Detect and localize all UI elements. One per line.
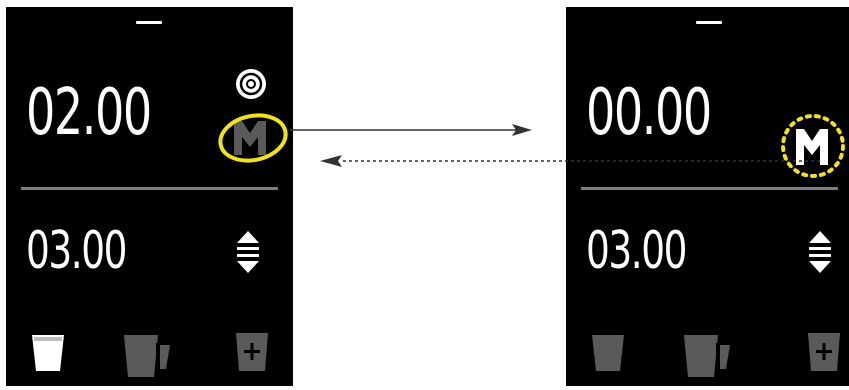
forward-arrow xyxy=(290,124,532,136)
transition-arrows xyxy=(290,124,820,167)
return-arrow xyxy=(320,155,820,167)
stage: 02.00 03.00 00.00 03.00 xyxy=(0,0,849,390)
